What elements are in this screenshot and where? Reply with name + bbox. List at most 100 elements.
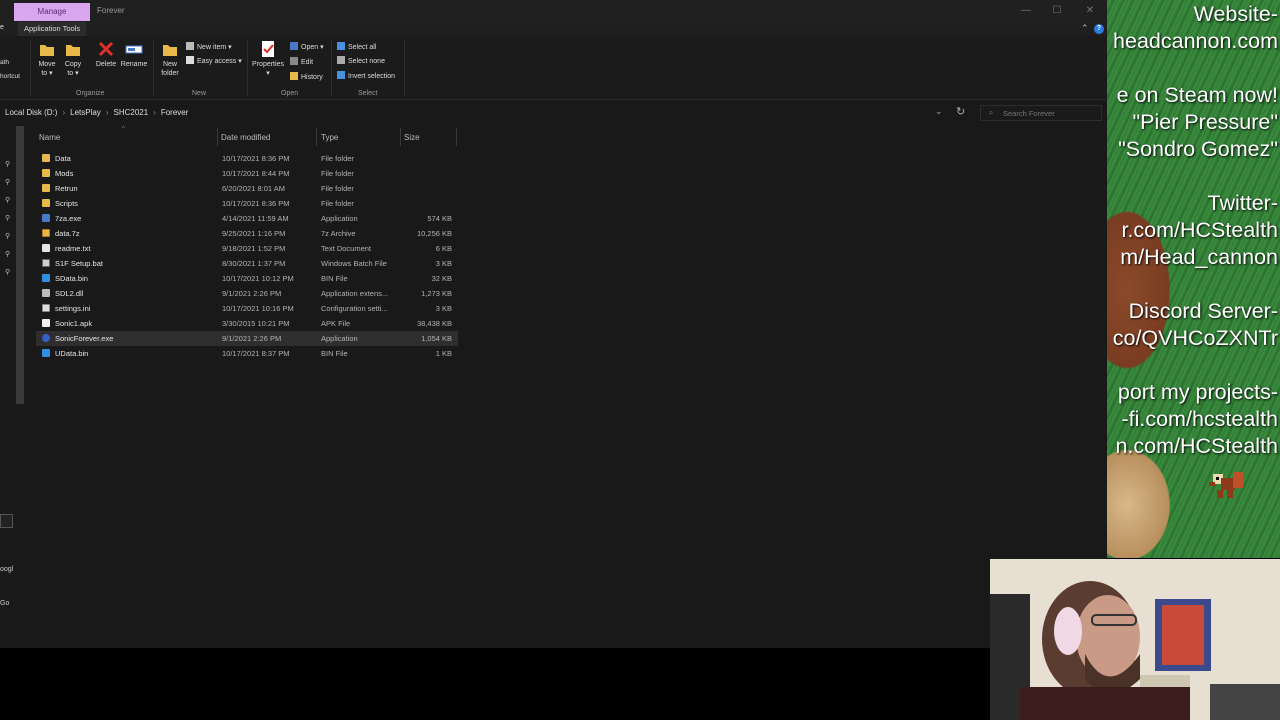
bin-file-icon (42, 274, 50, 282)
collapse-ribbon-icon[interactable]: ⌃ (1081, 23, 1089, 34)
file-type: File folder (321, 199, 354, 208)
file-row[interactable]: Mods 10/17/2021 8:44 PM File folder (36, 166, 458, 181)
column-header-type[interactable]: Type (321, 133, 338, 142)
file-row[interactable]: UData.bin 10/17/2021 8:37 PM BIN File 1 KB (36, 346, 458, 361)
tab-application-tools[interactable]: Application Tools (18, 22, 87, 36)
help-icon[interactable]: ? (1094, 24, 1104, 34)
ribbon-cut-line[interactable]: ath (0, 56, 20, 70)
overlay-text-line: Website- (1193, 2, 1278, 26)
pin-icon[interactable]: ⚲ (5, 160, 10, 168)
column-header-size[interactable]: Size (404, 133, 420, 142)
ribbon-tab-bar: e Application Tools ⌃ ? (0, 22, 1107, 36)
delete-button[interactable]: Delete (94, 40, 118, 69)
new-group-label: New (192, 90, 207, 97)
column-divider[interactable] (217, 128, 218, 146)
file-name: UData.bin (55, 349, 89, 358)
breadcrumb-forever[interactable]: Forever (161, 108, 189, 117)
pin-icon[interactable]: ⚲ (5, 250, 10, 258)
pin-icon[interactable]: ⚲ (5, 214, 10, 222)
refresh-icon[interactable]: ↻ (956, 105, 965, 118)
column-header-name[interactable]: Name (39, 133, 60, 142)
rename-icon (125, 45, 143, 54)
search-box[interactable]: ⌕ (980, 105, 1102, 121)
new-item-button[interactable]: New item ▾ (186, 42, 232, 53)
file-date-modified: 9/1/2021 2:26 PM (222, 334, 282, 343)
generic-file-icon (42, 319, 50, 327)
open-icon (290, 42, 298, 50)
edit-button[interactable]: Edit (290, 57, 313, 68)
file-size: 38,438 KB (416, 319, 452, 328)
column-header-date[interactable]: Date modified (221, 133, 270, 142)
file-row[interactable]: SData.bin 10/17/2021 10:12 PM BIN File 32 K… (36, 271, 458, 286)
new-folder-button[interactable]: New folder (158, 40, 182, 78)
overlay-text-line: port my projects- (1117, 380, 1278, 404)
close-button[interactable]: ✕ (1082, 4, 1098, 18)
move-to-button[interactable]: Move to ▾ (36, 40, 58, 78)
manage-tab[interactable]: Manage (14, 3, 90, 21)
file-type: Application (321, 334, 358, 343)
breadcrumb-shc2021[interactable]: SHC2021 (113, 108, 148, 117)
search-icon: ⌕ (989, 108, 994, 117)
history-button[interactable]: History (290, 72, 323, 83)
file-type: Application extens... (321, 289, 389, 298)
column-divider[interactable] (400, 128, 401, 146)
file-name: Data (55, 154, 71, 163)
copy-to-button[interactable]: Copy to ▾ (62, 40, 84, 78)
overlay-text-line: co/QVHCoZXNTr (1112, 326, 1278, 350)
file-row[interactable]: readme.txt 9/18/2021 1:52 PM Text Document… (36, 241, 458, 256)
file-row[interactable]: S1F Setup.bat 8/30/2021 1:37 PM Windows Ba… (36, 256, 458, 271)
overlay-text-line: Discord Server- (1128, 299, 1278, 323)
nav-pane-item[interactable]: oogl (0, 566, 13, 573)
file-type: Application (321, 214, 358, 223)
breadcrumb-separator-icon: › (153, 108, 156, 117)
file-size: 10,256 KB (416, 229, 452, 238)
file-size: 32 KB (431, 274, 452, 283)
invert-selection-button[interactable]: Invert selection (337, 71, 395, 82)
open-group-label: Open (281, 90, 299, 97)
nav-pane-item-box[interactable] (0, 514, 13, 528)
ribbon-cut-line[interactable]: hortcut (0, 70, 20, 84)
pin-icon[interactable]: ⚲ (5, 196, 10, 204)
delete-x-icon (98, 41, 114, 57)
select-all-button[interactable]: Select all (337, 42, 376, 53)
overlay-text-line: r.com/HCStealth (1121, 218, 1278, 242)
open-button[interactable]: Open ▾ (290, 42, 324, 53)
maximize-button[interactable]: ☐ (1049, 4, 1065, 18)
file-row[interactable]: Scripts 10/17/2021 8:36 PM File folder (36, 196, 458, 211)
file-size: 574 KB (427, 214, 452, 223)
pin-icon[interactable]: ⚲ (5, 232, 10, 240)
breadcrumb-letsplay[interactable]: LetsPlay (70, 108, 101, 117)
dll-icon (42, 289, 50, 297)
column-divider[interactable] (316, 128, 317, 146)
pin-icon[interactable]: ⚲ (5, 178, 10, 186)
nav-pane-item[interactable]: Go (0, 600, 9, 607)
ribbon-tab-cut[interactable]: e (0, 24, 4, 31)
breadcrumb[interactable]: Local Disk (D:) › LetsPlay › SHC2021 › Forever (5, 108, 188, 117)
file-row[interactable]: 7za.exe 4/14/2021 11:59 AM Application 574 … (36, 211, 458, 226)
file-size: 1,273 KB (421, 289, 452, 298)
file-row[interactable]: SDL2.dll 9/1/2021 2:26 PM Application exte… (36, 286, 458, 301)
file-type: BIN File (321, 349, 348, 358)
address-dropdown-icon[interactable]: ⌄ (935, 106, 943, 117)
nav-pane-scrollbar[interactable] (16, 126, 24, 404)
column-divider[interactable] (456, 128, 457, 146)
pin-icon[interactable]: ⚲ (5, 268, 10, 276)
easy-access-button[interactable]: Easy access ▾ (186, 56, 242, 67)
file-row[interactable]: data.7z 9/25/2021 1:16 PM 7z Archive 10,256… (36, 226, 458, 241)
group-separator (404, 40, 405, 96)
file-row[interactable]: Sonic1.apk 3/30/2015 10:21 PM APK File 38,4… (36, 316, 458, 331)
overlay-text-line: "Sondro Gomez" (1118, 137, 1278, 161)
copy-folder-icon (66, 45, 80, 56)
file-row[interactable]: Data 10/17/2021 8:36 PM File folder (36, 151, 458, 166)
file-row[interactable]: settings.ini 10/17/2021 10:16 PM Configura… (36, 301, 458, 316)
rename-button[interactable]: Rename (120, 40, 148, 69)
overlay-text-line: headcannon.com (1113, 29, 1278, 53)
search-input[interactable] (1003, 107, 1099, 119)
file-row[interactable]: Retrun 6/20/2021 8:01 AM File folder (36, 181, 458, 196)
minimize-button[interactable]: — (1018, 4, 1034, 18)
select-none-button[interactable]: Select none (337, 56, 385, 67)
breadcrumb-local-disk[interactable]: Local Disk (D:) (5, 108, 57, 117)
file-type: Configuration setti... (321, 304, 388, 313)
properties-button[interactable]: Properties ▾ (250, 40, 286, 78)
file-row[interactable]: SonicForever.exe 9/1/2021 2:26 PM Applicat… (36, 331, 458, 346)
